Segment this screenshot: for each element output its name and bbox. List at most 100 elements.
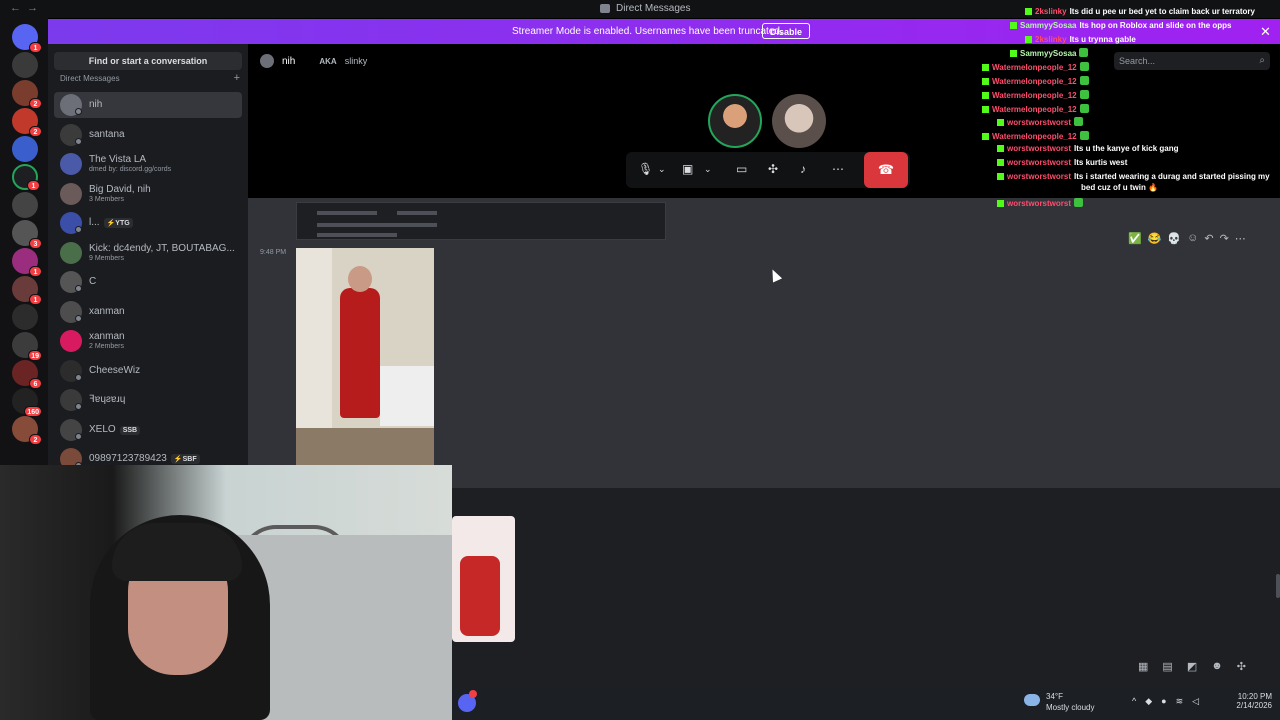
more-icon[interactable]: ⋯ <box>1235 232 1246 245</box>
stream-chat-line: Watermelonpeople_12 <box>982 62 1089 73</box>
chevron-down-icon[interactable]: ⌄ <box>658 164 666 175</box>
app-tray-icon[interactable]: ◆ <box>1145 696 1152 707</box>
add-server-icon[interactable]: 1 <box>12 164 40 191</box>
stream-chat-message: Its hop on Roblox and slide on the opps <box>1079 21 1232 30</box>
dm-item[interactable]: Big David, nih 3 Members <box>54 181 242 207</box>
dm-name-text: ꟻɐɥƨɐɹɥ <box>89 394 126 405</box>
check-reaction-icon[interactable]: ✅ <box>1128 232 1142 245</box>
emote-icon <box>1079 90 1089 99</box>
sticker-icon[interactable]: ◩ <box>1187 660 1197 673</box>
webcam-overlay <box>0 465 452 720</box>
server-icon[interactable]: 1 <box>12 276 42 305</box>
server-icon[interactable]: 160 <box>12 388 42 417</box>
emote-icon <box>1079 48 1089 57</box>
server-icon[interactable]: 6 <box>12 360 42 389</box>
find-conversation-button[interactable]: Find or start a conversation <box>54 52 242 70</box>
unread-badge: 19 <box>28 350 42 361</box>
chevron-up-icon[interactable]: ^ <box>1132 696 1136 707</box>
volume-icon[interactable]: ◁ <box>1192 696 1199 707</box>
dm-item[interactable]: CheeseWiz <box>54 358 242 384</box>
participant-avatar[interactable] <box>772 94 826 148</box>
server-icon[interactable]: 2 <box>12 416 42 445</box>
server-icon[interactable]: 1 <box>12 248 42 277</box>
dm-name-text: xanman <box>89 331 125 342</box>
emote-icon <box>1074 198 1084 207</box>
forward-icon[interactable]: ↷ <box>1220 232 1229 245</box>
activities-icon[interactable]: ✣ <box>768 162 778 176</box>
weather-temp: 34°F <box>1046 692 1063 701</box>
banner-message: Streamer Mode is enabled. Usernames have… <box>512 26 783 37</box>
camera-off-icon[interactable]: ▣ <box>682 162 693 176</box>
server-icon[interactable] <box>12 304 38 330</box>
dm-name: xanman <box>89 306 125 317</box>
unread-badge: 1 <box>29 266 42 277</box>
server-rail: 1 2 2 1 3 1 1 19 6 160 2 <box>0 18 48 468</box>
channel-name: nih <box>282 55 296 67</box>
dm-item[interactable]: C <box>54 269 242 295</box>
participant-avatar[interactable] <box>708 94 762 148</box>
mic-icon[interactable]: ● <box>1161 696 1166 707</box>
server-icon[interactable] <box>12 52 38 78</box>
stream-chat-user: worstworstworst <box>1007 118 1072 127</box>
scrollbar[interactable] <box>1276 574 1280 598</box>
stream-chat-line: Watermelonpeople_12 <box>982 131 1089 142</box>
laugh-reaction-icon[interactable]: 😂 <box>1148 232 1162 245</box>
add-reaction-icon[interactable]: ☺ <box>1187 232 1198 245</box>
dm-item[interactable]: The Vista LA dmed by: discord.gg/cords <box>54 151 242 177</box>
gift-icon[interactable]: ▦ <box>1138 660 1148 673</box>
window-title: Direct Messages <box>616 3 691 14</box>
unread-badge: 1 <box>27 180 40 191</box>
kick-badge-icon <box>997 159 1004 166</box>
status-indicator <box>75 285 82 292</box>
server-icon[interactable] <box>12 136 38 162</box>
stream-chat-user: Watermelonpeople_12 <box>992 77 1077 86</box>
dm-name-text: nih <box>89 99 103 110</box>
screen-share-icon[interactable]: ▭ <box>736 162 747 176</box>
dm-name-text: CheeseWiz <box>89 364 141 376</box>
kick-badge-icon <box>997 145 1004 152</box>
more-icon[interactable]: ⋯ <box>832 162 844 176</box>
mic-icon[interactable]: 🎙 <box>638 162 653 176</box>
dm-item[interactable]: XELO SSB <box>54 417 242 443</box>
dm-item[interactable]: xanman <box>54 299 242 325</box>
stream-chat-user: SammyySosaa <box>1020 49 1077 58</box>
skull-reaction-icon[interactable]: 💀 <box>1167 232 1181 245</box>
nav-arrows-icon[interactable]: ←→ <box>10 2 44 14</box>
gif-icon[interactable]: ▤ <box>1162 660 1172 673</box>
emote-icon <box>1079 131 1089 140</box>
weather-condition: Mostly cloudy <box>1046 703 1095 712</box>
discord-home-icon[interactable]: 1 <box>12 24 42 53</box>
end-call-button[interactable]: ☎ <box>864 152 908 188</box>
dm-item[interactable]: l... ⚡YTG <box>54 210 242 236</box>
dm-item[interactable]: ꟻɐɥƨɐɹɥ <box>54 387 242 413</box>
dm-item[interactable]: nih <box>54 92 242 118</box>
disable-button[interactable]: Disable <box>762 23 811 39</box>
dm-item[interactable]: Kick: dc4endy, JT, BOUTABAG... 9 Members <box>54 240 242 266</box>
server-icon[interactable]: 3 <box>12 220 42 249</box>
unread-badge: 6 <box>29 378 42 389</box>
plus-icon[interactable]: + <box>234 72 240 84</box>
clock[interactable]: 10:20 PM 2/14/2026 <box>1222 692 1272 710</box>
server-icon[interactable]: 2 <box>12 108 42 137</box>
unread-badge: 3 <box>29 238 42 249</box>
dm-item[interactable]: santana <box>54 122 242 148</box>
stream-chat-user: worstworstworst <box>1007 172 1072 181</box>
stream-chat-message: bed cuz of u twin 🔥 <box>1081 183 1159 192</box>
image-attachment[interactable] <box>296 202 666 240</box>
reply-icon[interactable]: ↶ <box>1204 232 1213 245</box>
dm-name: ꟻɐɥƨɐɹɥ <box>89 394 125 405</box>
apps-icon[interactable]: ✣ <box>1237 660 1246 673</box>
dm-item[interactable]: xanman 2 Members <box>54 328 242 354</box>
kick-badge-icon <box>982 92 989 99</box>
unread-badge: 1 <box>29 42 42 53</box>
server-icon[interactable]: 2 <box>12 80 42 109</box>
dm-name: Kick: dc4endy, JT, BOUTABAG... <box>89 243 235 254</box>
chevron-down-icon[interactable]: ⌄ <box>704 164 712 175</box>
photo-attachment[interactable] <box>296 248 434 466</box>
wifi-icon[interactable]: ≋ <box>1176 696 1184 707</box>
emoji-icon[interactable]: ☻ <box>1211 660 1223 673</box>
server-icon[interactable]: 19 <box>12 332 42 361</box>
server-icon[interactable] <box>12 192 38 218</box>
photo-attachment[interactable] <box>452 516 515 642</box>
soundboard-icon[interactable]: ♪ <box>800 162 806 176</box>
